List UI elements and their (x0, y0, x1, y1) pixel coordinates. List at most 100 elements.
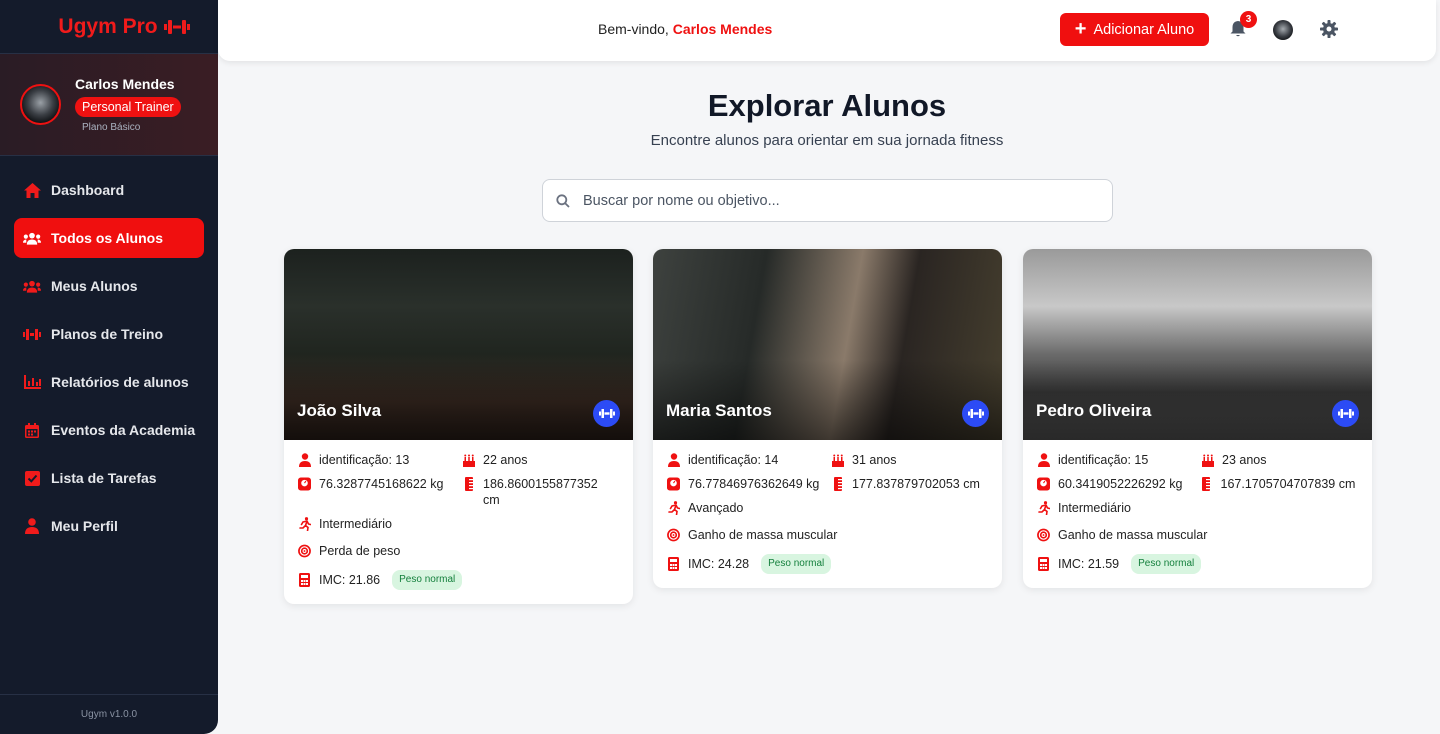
status-badge: Peso normal (1131, 554, 1202, 574)
ruler-icon (462, 476, 475, 492)
student-id: identificação: 13 (319, 453, 410, 467)
running-icon (1037, 500, 1050, 516)
avatar[interactable] (1273, 20, 1293, 40)
student-height: 167.1705704707839 cm (1220, 477, 1356, 491)
target-icon (1037, 527, 1050, 543)
users-icon (23, 229, 41, 247)
search-input[interactable] (583, 192, 1083, 209)
student-photo: Pedro Oliveira (1023, 249, 1372, 440)
student-id: identificação: 15 (1058, 453, 1149, 467)
plan-label: Plano Básico (82, 122, 141, 133)
sidebar-item-tarefas[interactable]: Lista de Tarefas (14, 458, 204, 498)
student-imc: IMC: 21.59 (1058, 557, 1120, 571)
plus-icon: + (1074, 17, 1087, 40)
target-icon (667, 527, 680, 543)
student-id: identificação: 14 (688, 453, 779, 467)
brand-name: Ugym Pro (58, 14, 158, 38)
sidebar-item-todos-os-alunos[interactable]: Todos os Alunos (14, 218, 204, 258)
sidebar-item-planos-de-treino[interactable]: Planos de Treino (14, 314, 204, 354)
sidebar-item-relatorios[interactable]: Relatórios de alunos (14, 362, 204, 402)
student-weight: 76.77846976362649 kg (688, 477, 820, 491)
student-age: 23 anos (1222, 453, 1267, 467)
sidebar: Ugym Pro Carlos Mendes Personal Trainer … (0, 0, 218, 734)
student-imc: IMC: 21.86 (319, 573, 381, 587)
search-bar[interactable] (542, 179, 1113, 222)
version-label: Ugym v1.0.0 (0, 694, 218, 734)
calculator-icon (1037, 556, 1050, 572)
user-icon (23, 517, 41, 535)
role-badge: Personal Trainer (75, 97, 181, 117)
user-icon (298, 452, 311, 468)
calculator-icon (667, 556, 680, 572)
home-icon (23, 181, 41, 199)
student-height: 186.8600155877352 cm (483, 477, 598, 507)
student-goal: Ganho de massa muscular (688, 528, 838, 542)
dumbbell-icon[interactable] (1332, 400, 1359, 427)
brand[interactable]: Ugym Pro (0, 0, 218, 54)
student-level: Avançado (688, 501, 744, 515)
student-photo: João Silva (284, 249, 633, 440)
student-card[interactable]: Pedro Oliveira identificação: 15 23 anos… (1023, 249, 1372, 588)
sidebar-nav: Dashboard Todos os Alunos Meus Alunos Pl… (0, 156, 218, 546)
avatar[interactable] (20, 84, 61, 125)
student-goal: Ganho de massa muscular (1058, 528, 1208, 542)
student-card[interactable]: Maria Santos identificação: 14 31 anos 7… (653, 249, 1002, 588)
add-student-button[interactable]: + Adicionar Aluno (1060, 13, 1209, 46)
cake-icon (831, 452, 844, 468)
student-height: 177.837879702053 cm (852, 477, 980, 491)
ruler-icon (831, 476, 844, 492)
ruler-icon (1200, 476, 1213, 492)
target-icon (298, 543, 311, 559)
user-icon (667, 452, 680, 468)
dumbbell-icon[interactable] (962, 400, 989, 427)
student-level: Intermediário (319, 517, 392, 531)
student-age: 31 anos (852, 453, 897, 467)
scale-icon (1037, 476, 1050, 492)
checkbox-icon (23, 469, 41, 487)
student-photo: Maria Santos (653, 249, 1002, 440)
top-header: Bem-vindo, Carlos Mendes + Adicionar Alu… (218, 0, 1436, 61)
student-goal: Perda de peso (319, 544, 401, 558)
student-weight: 76.3287745168622 kg (319, 477, 444, 491)
notification-count-badge: 3 (1240, 11, 1257, 28)
dumbbell-icon[interactable] (593, 400, 620, 427)
student-name: Pedro Oliveira (1036, 401, 1152, 420)
cake-icon (1201, 452, 1214, 468)
sidebar-item-meus-alunos[interactable]: Meus Alunos (14, 266, 204, 306)
sidebar-item-meu-perfil[interactable]: Meu Perfil (14, 506, 204, 546)
add-student-label: Adicionar Aluno (1093, 21, 1195, 38)
sidebar-item-label: Eventos da Academia (51, 422, 196, 438)
cake-icon (462, 452, 475, 468)
welcome-name: Carlos Mendes (672, 21, 773, 37)
sidebar-item-label: Lista de Tarefas (51, 470, 157, 486)
student-level: Intermediário (1058, 501, 1131, 515)
scale-icon (667, 476, 680, 492)
sidebar-item-label: Meus Alunos (51, 278, 138, 294)
user-profile: Carlos Mendes Personal Trainer Plano Bás… (0, 54, 218, 156)
page-subtitle: Encontre alunos para orientar em sua jor… (650, 132, 1004, 149)
sidebar-item-label: Dashboard (51, 182, 125, 198)
sidebar-item-dashboard[interactable]: Dashboard (14, 170, 204, 210)
user-icon (1037, 452, 1050, 468)
chart-icon (23, 373, 41, 391)
welcome-prefix: Bem-vindo, (598, 21, 669, 37)
sidebar-item-label: Todos os Alunos (51, 230, 163, 246)
student-card[interactable]: João Silva identificação: 13 22 anos 76.… (284, 249, 633, 604)
running-icon (667, 500, 680, 516)
scale-icon (298, 476, 311, 492)
calendar-icon (23, 421, 41, 439)
users-icon (23, 277, 41, 295)
sidebar-item-label: Meu Perfil (51, 518, 118, 534)
welcome-message: Bem-vindo, Carlos Mendes (598, 21, 772, 37)
student-name: João Silva (297, 401, 382, 420)
status-badge: Peso normal (392, 570, 463, 590)
sidebar-item-label: Planos de Treino (51, 326, 164, 342)
student-imc: IMC: 24.28 (688, 557, 750, 571)
sidebar-item-eventos[interactable]: Eventos da Academia (14, 410, 204, 450)
dumbbell-icon (23, 325, 41, 343)
sidebar-item-label: Relatórios de alunos (51, 374, 189, 390)
gear-icon[interactable] (1320, 20, 1338, 38)
running-icon (298, 516, 311, 532)
student-weight: 60.3419052226292 kg (1058, 477, 1183, 491)
student-name: Maria Santos (666, 401, 772, 420)
